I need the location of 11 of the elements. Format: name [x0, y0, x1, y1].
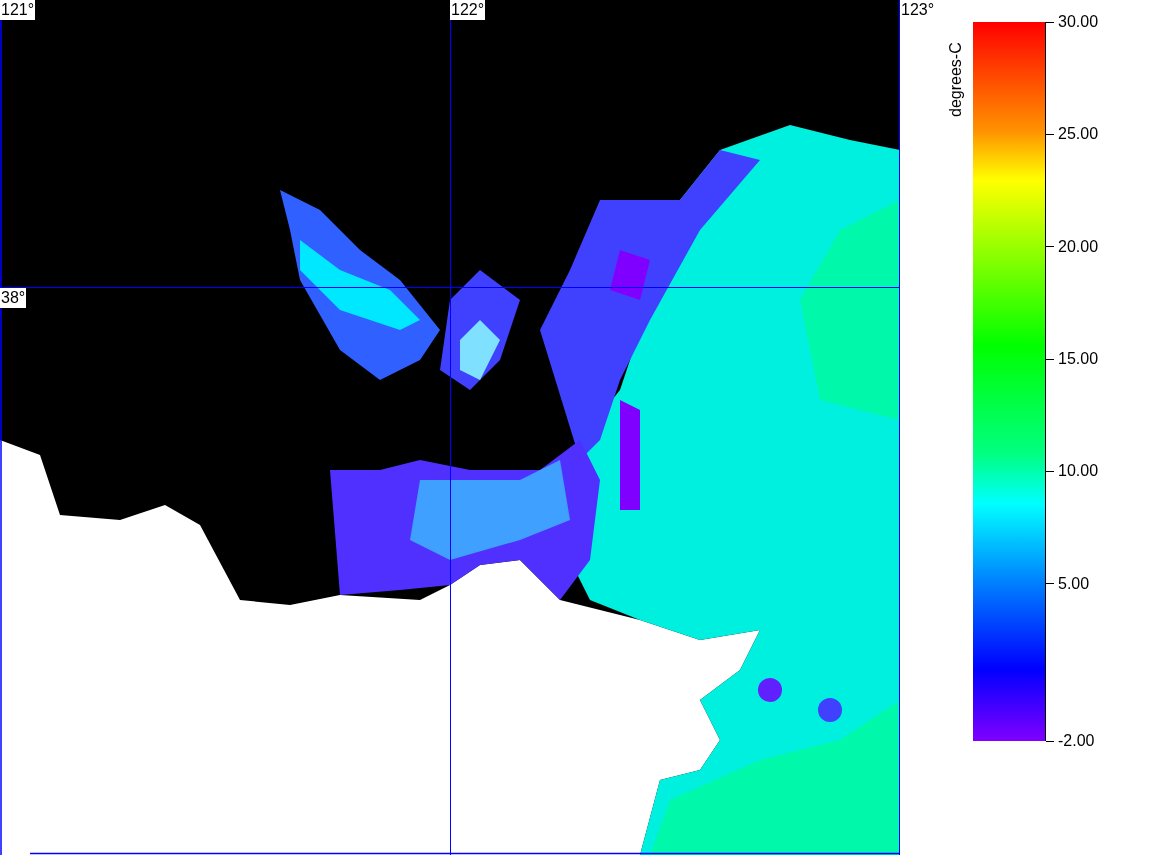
colorbar-tick-label: 30.00 [1058, 13, 1099, 31]
colorbar-tick-label: -2.00 [1058, 732, 1095, 750]
colorbar-tick-label: 20.00 [1058, 237, 1099, 256]
longitude-label: 122° [450, 0, 486, 20]
colorbar-title: degrees-C [946, 42, 965, 117]
colorbar-tick-label: 10.00 [1058, 462, 1099, 481]
colorbar-tick-label: 5.00 [1058, 574, 1090, 593]
longitude-label: 121° [0, 0, 36, 20]
colorbar-tick-label: 15.00 [1058, 350, 1099, 369]
colorbar-tick-label: 25.00 [1058, 125, 1099, 144]
latitude-label: 38° [0, 288, 27, 308]
